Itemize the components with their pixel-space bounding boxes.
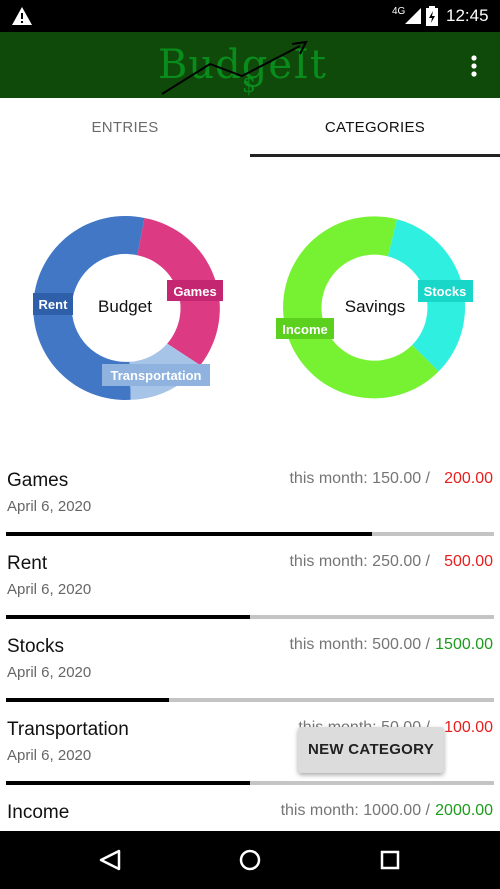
svg-text:$: $ [242, 73, 256, 96]
category-row-games[interactable]: Games April 6, 2020 this month: 150.00 /… [0, 458, 500, 541]
category-name: Transportation [7, 719, 129, 740]
category-progress-fill [6, 781, 250, 785]
slice-label-games: Games [173, 284, 216, 299]
app-bar: BudgeIt $ [0, 32, 500, 98]
category-name: Rent [7, 553, 48, 574]
category-month-spent: this month: 250.00 / [289, 553, 430, 570]
savings-center-label: Savings [345, 297, 405, 316]
category-limit: 500.00 [444, 553, 493, 570]
status-bar: 4G 12:45 [0, 0, 500, 32]
category-name: Games [7, 470, 69, 491]
new-category-button[interactable]: NEW CATEGORY [298, 727, 444, 773]
category-month-spent: this month: 150.00 / [289, 470, 430, 487]
savings-donut-chart[interactable]: Income Stocks Savings [276, 216, 473, 399]
category-progress-fill [6, 698, 169, 702]
category-limit: 100.00 [444, 719, 493, 736]
navigation-bar [0, 831, 500, 889]
slice-label-income: Income [282, 322, 328, 337]
category-date: April 6, 2020 [7, 747, 92, 764]
category-row-rent[interactable]: Rent April 6, 2020 this month: 250.00 / … [0, 541, 500, 624]
tab-indicator [250, 154, 500, 157]
category-month-spent: this month: 500.00 / [289, 636, 430, 653]
category-limit: 2000.00 [435, 802, 493, 819]
category-limit: 1500.00 [435, 636, 493, 653]
budget-donut-chart[interactable]: Rent Games Transportation Budget [33, 215, 223, 400]
slice-label-transportation: Transportation [110, 368, 201, 383]
category-progress-bar [6, 781, 494, 785]
slice-label-rent: Rent [39, 297, 69, 312]
category-progress-bar [6, 698, 494, 702]
home-icon[interactable] [239, 849, 261, 871]
category-progress-bar [6, 615, 494, 619]
app-logo: BudgeIt $ [150, 36, 330, 96]
category-name: Stocks [7, 636, 65, 657]
back-icon[interactable] [99, 849, 121, 871]
slice-label-stocks: Stocks [424, 284, 467, 299]
tab-entries[interactable]: ENTRIES [0, 98, 250, 158]
battery-icon [426, 6, 438, 26]
warning-icon [12, 7, 32, 25]
recents-icon[interactable] [380, 850, 400, 870]
overflow-menu-icon[interactable] [460, 52, 488, 80]
category-limit: 200.00 [444, 470, 493, 487]
category-date: April 6, 2020 [7, 581, 92, 598]
category-progress-fill [6, 532, 372, 536]
tab-categories[interactable]: CATEGORIES [250, 98, 500, 158]
category-row-stocks[interactable]: Stocks April 6, 2020 this month: 500.00 … [0, 624, 500, 707]
signal-icon [405, 8, 421, 24]
budget-center-label: Budget [98, 297, 152, 316]
category-progress-bar [6, 532, 494, 536]
logo-arrow-graphic: $ [161, 40, 308, 96]
tab-bar: ENTRIES CATEGORIES [0, 98, 500, 158]
category-date: April 6, 2020 [7, 664, 92, 681]
category-month-spent: this month: 1000.00 / [280, 802, 430, 819]
category-progress-fill [6, 615, 250, 619]
clock: 12:45 [446, 6, 489, 25]
category-name: Income [7, 802, 70, 823]
charts-area: Rent Games Transportation Budget Income … [0, 160, 500, 450]
category-date: April 6, 2020 [7, 498, 92, 515]
